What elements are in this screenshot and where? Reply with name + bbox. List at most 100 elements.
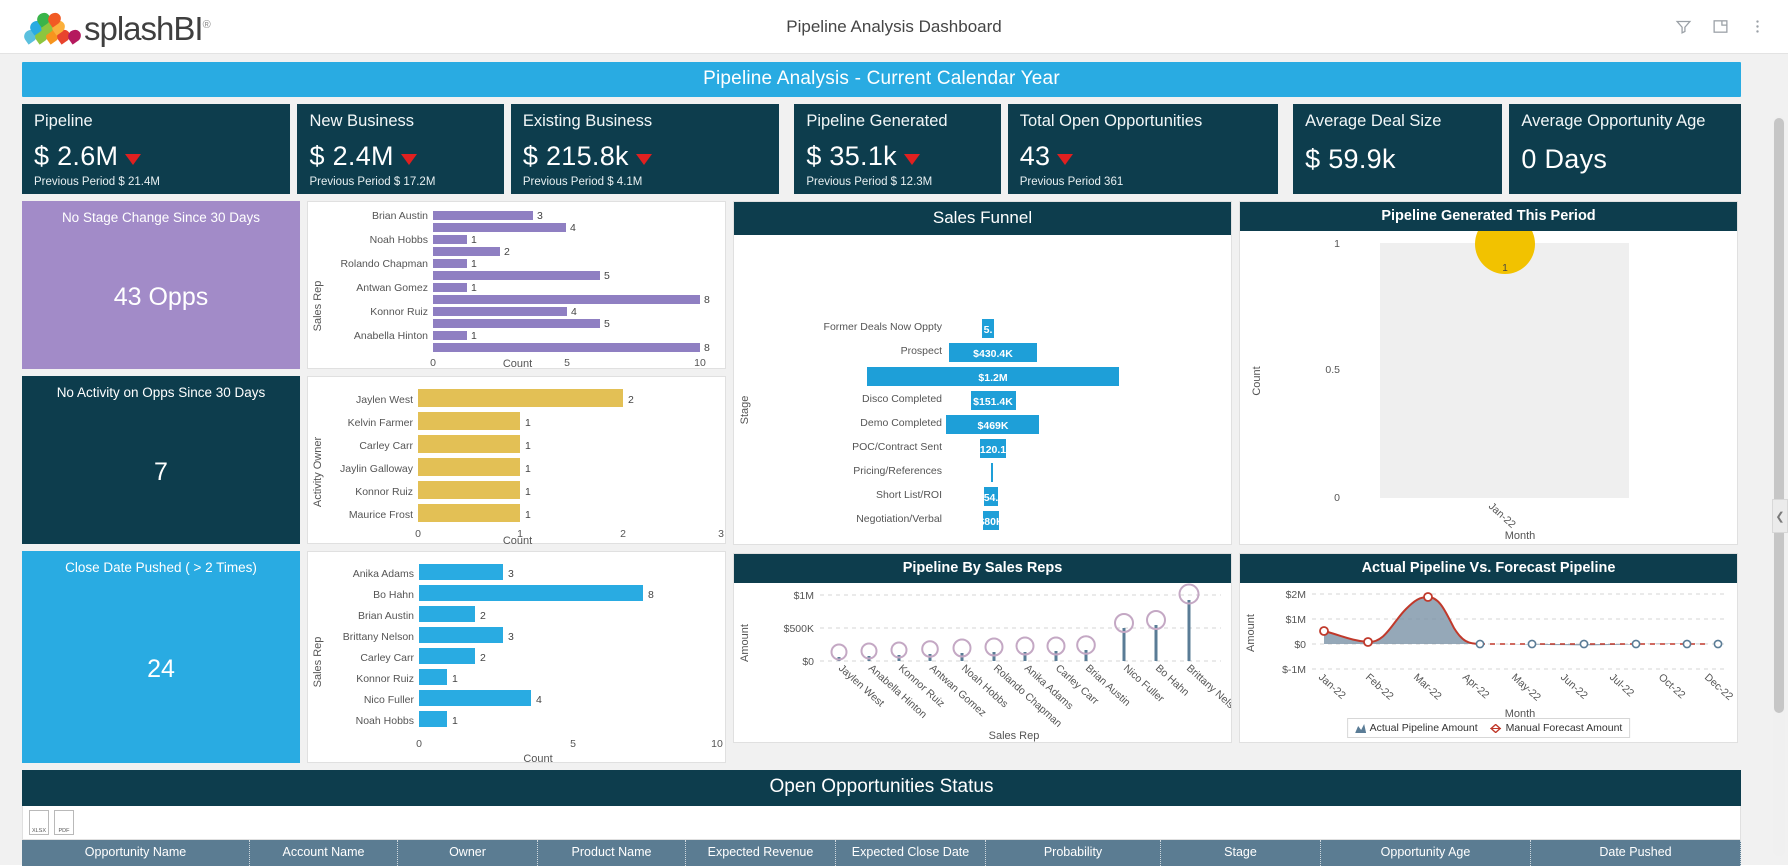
legend-item-actual[interactable]: Actual Pipeline Amount — [1354, 722, 1478, 734]
y-axis-label: Activity Owner — [312, 437, 324, 508]
bar-label: 1 — [452, 715, 458, 727]
table-col-product-name[interactable]: Product Name — [538, 840, 686, 866]
kpi-card-new-business[interactable]: New Business $ 2.4M Previous Period $ 17… — [297, 104, 504, 194]
y-axis-label: Sales Rep — [312, 281, 324, 332]
table-col-date-pushed[interactable]: Date Pushed — [1531, 840, 1741, 866]
legend-item-forecast[interactable]: Manual Forecast Amount — [1490, 722, 1623, 734]
kpi-title: Pipeline — [34, 112, 93, 130]
panel-pipeline-generated-this-period[interactable]: Pipeline Generated This Period Count 1 0… — [1239, 201, 1740, 545]
y-tick-labels: 1 0.5 0 — [1325, 238, 1340, 504]
tile-label: Close Date Pushed ( > 2 Times) — [65, 560, 257, 575]
x-tick-labels: Jan-22 Feb-22 Mar-22 Apr-22 May-22 Jun-2… — [1316, 671, 1735, 703]
tile-close-date-pushed[interactable]: Close Date Pushed ( > 2 Times) 24 — [22, 551, 300, 763]
collapse-panel-button[interactable]: ❮ — [1772, 499, 1788, 533]
trend-down-icon — [400, 153, 417, 165]
bar-label: 8 — [704, 342, 710, 354]
y-tick: Anika Adams — [353, 568, 414, 580]
bar-label: 8 — [648, 589, 654, 601]
y-tick: Carley Carr — [359, 440, 413, 452]
table-col-probability[interactable]: Probability — [986, 840, 1161, 866]
kpi-card-average-deal-size[interactable]: Average Deal Size $ 59.9k — [1293, 104, 1503, 194]
right-column: Pipeline Generated This Period Count 1 0… — [1239, 201, 1740, 743]
kpi-value: $ 2.4M — [309, 141, 394, 171]
kpi-title: Total Open Opportunities — [1019, 112, 1203, 130]
chart-close-date-pushed-by-rep[interactable]: Sales Rep 3 8 2 3 2 1 4 1 Anika Adams Bo… — [307, 551, 726, 765]
xlsx-export-icon[interactable]: XLSX — [29, 810, 49, 835]
table-col-account-name[interactable]: Account Name — [250, 840, 398, 866]
bar-label: 3 — [537, 210, 543, 222]
kpi-value-row: $ 59.9k — [1305, 144, 1492, 175]
x-tick: Brittany Nelson — [1184, 662, 1231, 719]
y-tick: $0 — [802, 656, 814, 668]
kpi-previous-period: Previous Period 361 — [1019, 176, 1124, 188]
splashbi-logo[interactable]: splashBI® — [21, 9, 211, 45]
vertical-scrollbar[interactable] — [1773, 116, 1785, 856]
table-col-owner[interactable]: Owner — [398, 840, 538, 866]
kpi-card-pipeline-generated[interactable]: Pipeline Generated $ 35.1k Previous Peri… — [794, 104, 1001, 194]
kpi-value: $ 35.1k — [806, 141, 897, 171]
pdf-label: PDF — [58, 828, 70, 834]
chart-no-stage-change-by-rep[interactable]: Sales Rep 3 4 1 2 1 5 1 8 4 5 1 8 Brian … — [307, 201, 726, 370]
trend-down-icon — [903, 153, 920, 165]
panel-sales-funnel[interactable]: Sales Funnel Stage Former Deals Now Oppt… — [733, 201, 1232, 545]
y-tick: Noah Hobbs — [370, 234, 428, 246]
scrollbar-thumb[interactable] — [1774, 118, 1784, 713]
kebab-menu-icon[interactable] — [1749, 18, 1766, 35]
x-tick: Jan-22 — [1316, 671, 1348, 702]
table-col-opportunity-age[interactable]: Opportunity Age — [1321, 840, 1531, 866]
bar-label: 1 — [525, 486, 531, 498]
pdf-export-icon[interactable]: PDF — [54, 810, 74, 835]
tile-row-no-stage-change: No Stage Change Since 30 Days 43 Opps Sa… — [22, 201, 726, 370]
funnel-value: $1.2M — [978, 372, 1007, 384]
kpi-card-average-opportunity-age[interactable]: Average Opportunity Age 0 Days — [1509, 104, 1741, 194]
x-tick: Feb-22 — [1363, 671, 1396, 702]
panel-title: Actual Pipeline Vs. Forecast Pipeline — [1240, 554, 1737, 583]
kpi-title: Pipeline Generated — [806, 112, 948, 130]
x-tick: Jan-22 — [1486, 500, 1518, 531]
kpi-card-total-open-opportunities[interactable]: Total Open Opportunities 43 Previous Per… — [1007, 104, 1279, 194]
table-col-stage[interactable]: Stage — [1161, 840, 1321, 866]
bar-label: 1 — [471, 330, 477, 342]
kpi-card-existing-business[interactable]: Existing Business $ 215.8k Previous Peri… — [510, 104, 780, 194]
table-col-expected-close-date[interactable]: Expected Close Date — [836, 840, 986, 866]
y-tick: Antwan Gomez — [356, 282, 428, 294]
tile-no-activity[interactable]: No Activity on Opps Since 30 Days 7 — [22, 376, 300, 544]
kpi-card-pipeline[interactable]: Pipeline $ 2.6M Previous Period $ 21.4M — [22, 104, 291, 194]
y-tick: 1 — [1334, 238, 1340, 250]
table-col-opportunity-name[interactable]: Opportunity Name — [22, 840, 250, 866]
y-tick: Brian Austin — [358, 610, 414, 622]
legend-label: Manual Forecast Amount — [1505, 722, 1623, 734]
x-tick: Apr-22 — [1460, 671, 1492, 701]
chart-no-activity-by-owner[interactable]: Activity Owner 2 1 1 1 1 1 Jaylen West K… — [307, 376, 726, 547]
panel-title: Pipeline Generated This Period — [1240, 202, 1737, 231]
trend-down-icon — [635, 153, 652, 165]
charts-grid: No Stage Change Since 30 Days 43 Opps Sa… — [22, 201, 1741, 765]
bar-label: 8 — [704, 294, 710, 306]
filter-icon[interactable] — [1675, 18, 1692, 35]
funnel-value: 5. — [984, 324, 993, 336]
funnel-value: 54. — [984, 492, 999, 504]
x-tick: Jul-22 — [1607, 671, 1636, 699]
funnel-value: $151.4K — [973, 396, 1013, 408]
y-tick: Brian Austin — [372, 210, 428, 222]
y-tick: Konnor Ruiz — [356, 673, 414, 685]
tile-no-stage-change[interactable]: No Stage Change Since 30 Days 43 Opps — [22, 201, 300, 369]
bars-group: 3 8 2 3 2 1 4 1 — [419, 564, 654, 727]
y-tick: $1M — [794, 590, 814, 602]
open-opportunities-title: Open Opportunities Status — [22, 770, 1741, 806]
y-tick: $-1M — [1282, 664, 1306, 676]
funnel-value: $80K — [978, 516, 1004, 528]
expand-icon[interactable] — [1712, 18, 1729, 35]
y-tick: Carley Carr — [360, 652, 414, 664]
lollipop-chart-svg: Amount $1M $500K $0 Jaylen West Anabella… — [739, 583, 1245, 742]
panel-pipeline-by-sales-reps[interactable]: Pipeline By Sales Reps Amount $1M $500K … — [733, 553, 1245, 743]
table-col-expected-revenue[interactable]: Expected Revenue — [686, 840, 836, 866]
y-tick-labels: $2M $1M $0 $-1M — [1282, 589, 1306, 676]
page-title: Pipeline Analysis Dashboard — [786, 16, 1002, 36]
x-tick: 10 — [711, 738, 723, 750]
x-axis-label: Count — [523, 753, 552, 764]
panel-actual-vs-forecast[interactable]: Actual Pipeline Vs. Forecast Pipeline Am… — [1239, 553, 1738, 743]
panel-title: Sales Funnel — [734, 202, 1231, 235]
x-tick: May-22 — [1509, 671, 1543, 703]
funnel-value: $430.4K — [973, 348, 1013, 360]
